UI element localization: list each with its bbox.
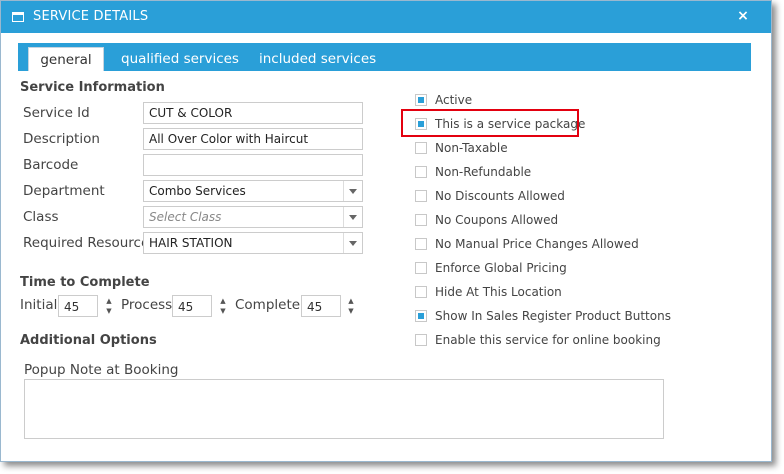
tab-qualified-services[interactable]: qualified services [121,47,239,71]
option-label: Enable this service for online booking [435,333,661,347]
window-icon [12,12,24,22]
initial-label: Initial [20,297,58,313]
option-label: No Manual Price Changes Allowed [435,237,639,251]
option-checkbox[interactable] [415,334,427,346]
initial-up-icon[interactable]: ▲ [105,297,113,305]
option-checkbox[interactable] [415,286,427,298]
select-divider [343,207,344,227]
popup-note-label: Popup Note at Booking [24,362,179,378]
service-id-label: Service Id [23,105,90,121]
option-checkbox[interactable] [415,190,427,202]
barcode-input[interactable] [143,154,363,176]
complete-up-icon[interactable]: ▲ [347,297,355,305]
process-up-icon[interactable]: ▲ [219,297,227,305]
option-label: Enforce Global Pricing [435,261,567,275]
time-to-complete-heading: Time to Complete [20,275,150,290]
option-checkbox[interactable] [415,142,427,154]
option-label: Non-Refundable [435,165,532,179]
option-checkbox[interactable] [415,214,427,226]
option-label: Active [435,93,473,107]
tab-bar: general qualified services included serv… [18,43,751,71]
option-label: No Discounts Allowed [435,189,565,203]
process-down-icon[interactable]: ▼ [219,307,227,315]
tab-general[interactable]: general [28,47,104,71]
tab-included-services[interactable]: included services [259,47,376,71]
option-checkbox[interactable] [415,238,427,250]
class-label: Class [23,209,59,225]
process-label: Process [121,297,173,313]
complete-input[interactable]: 45 [301,295,341,317]
option-label: No Coupons Allowed [435,213,559,227]
dialog-title: SERVICE DETAILS [33,9,149,24]
highlight-annotation-box [401,109,579,137]
initial-down-icon[interactable]: ▼ [105,307,113,315]
barcode-label: Barcode [23,157,79,173]
chevron-down-icon[interactable] [349,215,357,220]
option-checkbox[interactable] [415,262,427,274]
service-details-dialog: SERVICE DETAILS × general qualified serv… [0,0,772,462]
select-divider [343,181,344,201]
service-id-input[interactable]: CUT & COLOR [143,102,363,124]
option-checkbox[interactable] [415,94,427,106]
department-select[interactable]: Combo Services [143,180,363,202]
chevron-down-icon[interactable] [349,189,357,194]
required-resource-value: HAIR STATION [149,236,233,250]
select-divider [343,233,344,253]
title-bar: SERVICE DETAILS × [1,1,771,33]
chevron-down-icon[interactable] [349,241,357,246]
additional-options-heading: Additional Options [20,333,157,348]
department-label: Department [23,183,105,199]
class-placeholder: Select Class [149,210,222,224]
option-checkbox[interactable] [415,166,427,178]
option-label: Show In Sales Register Product Buttons [435,309,671,323]
initial-input[interactable]: 45 [58,295,98,317]
description-label: Description [23,131,100,147]
option-checkbox[interactable] [415,310,427,322]
department-value: Combo Services [149,184,246,198]
complete-label: Complete [235,297,301,313]
required-resource-label: Required Resource [23,235,150,251]
class-select[interactable]: Select Class [143,206,363,228]
description-input[interactable]: All Over Color with Haircut [143,128,363,150]
process-input[interactable]: 45 [172,295,212,317]
popup-note-textarea[interactable] [24,379,664,439]
required-resource-select[interactable]: HAIR STATION [143,232,363,254]
complete-down-icon[interactable]: ▼ [347,307,355,315]
close-icon[interactable]: × [735,8,751,24]
option-label: Non-Taxable [435,141,508,155]
service-information-heading: Service Information [20,80,165,95]
option-label: Hide At This Location [435,285,562,299]
